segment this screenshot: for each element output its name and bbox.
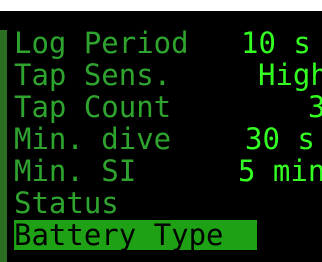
menu-item-label: Tap Count (14, 90, 172, 124)
menu-item-value: 5 min (238, 154, 322, 188)
menu-item-label: Tap Sens. (14, 58, 172, 92)
menu-item-value: 10 s (241, 26, 311, 60)
menu-item-value: 30 s (245, 122, 315, 156)
menu-item-min-dive[interactable]: Min. dive 30 s (14, 124, 322, 154)
menu-item-value: 3 (308, 90, 322, 124)
top-border-gap (0, 11, 322, 16)
menu-item-label: Status (14, 186, 119, 220)
menu-item-label: Log Period (14, 26, 189, 60)
menu-item-min-si[interactable]: Min. SI 5 min (14, 156, 322, 186)
menu-item-value: High (258, 58, 322, 92)
menu-item-tap-count[interactable]: Tap Count 3 (14, 92, 322, 122)
scroll-indicator (0, 30, 7, 262)
device-screen: Log Period 10 s Tap Sens. High Tap Count… (0, 0, 322, 262)
menu-item-label: Min. SI (14, 154, 137, 188)
menu-item-tap-sens[interactable]: Tap Sens. High (14, 60, 322, 90)
menu-item-label: Min. dive (14, 122, 172, 156)
menu-item-log-period[interactable]: Log Period 10 s (14, 28, 322, 58)
menu-item-status[interactable]: Status (14, 188, 322, 218)
top-border (0, 0, 322, 11)
menu-item-battery-type[interactable]: Battery Type (14, 220, 224, 250)
